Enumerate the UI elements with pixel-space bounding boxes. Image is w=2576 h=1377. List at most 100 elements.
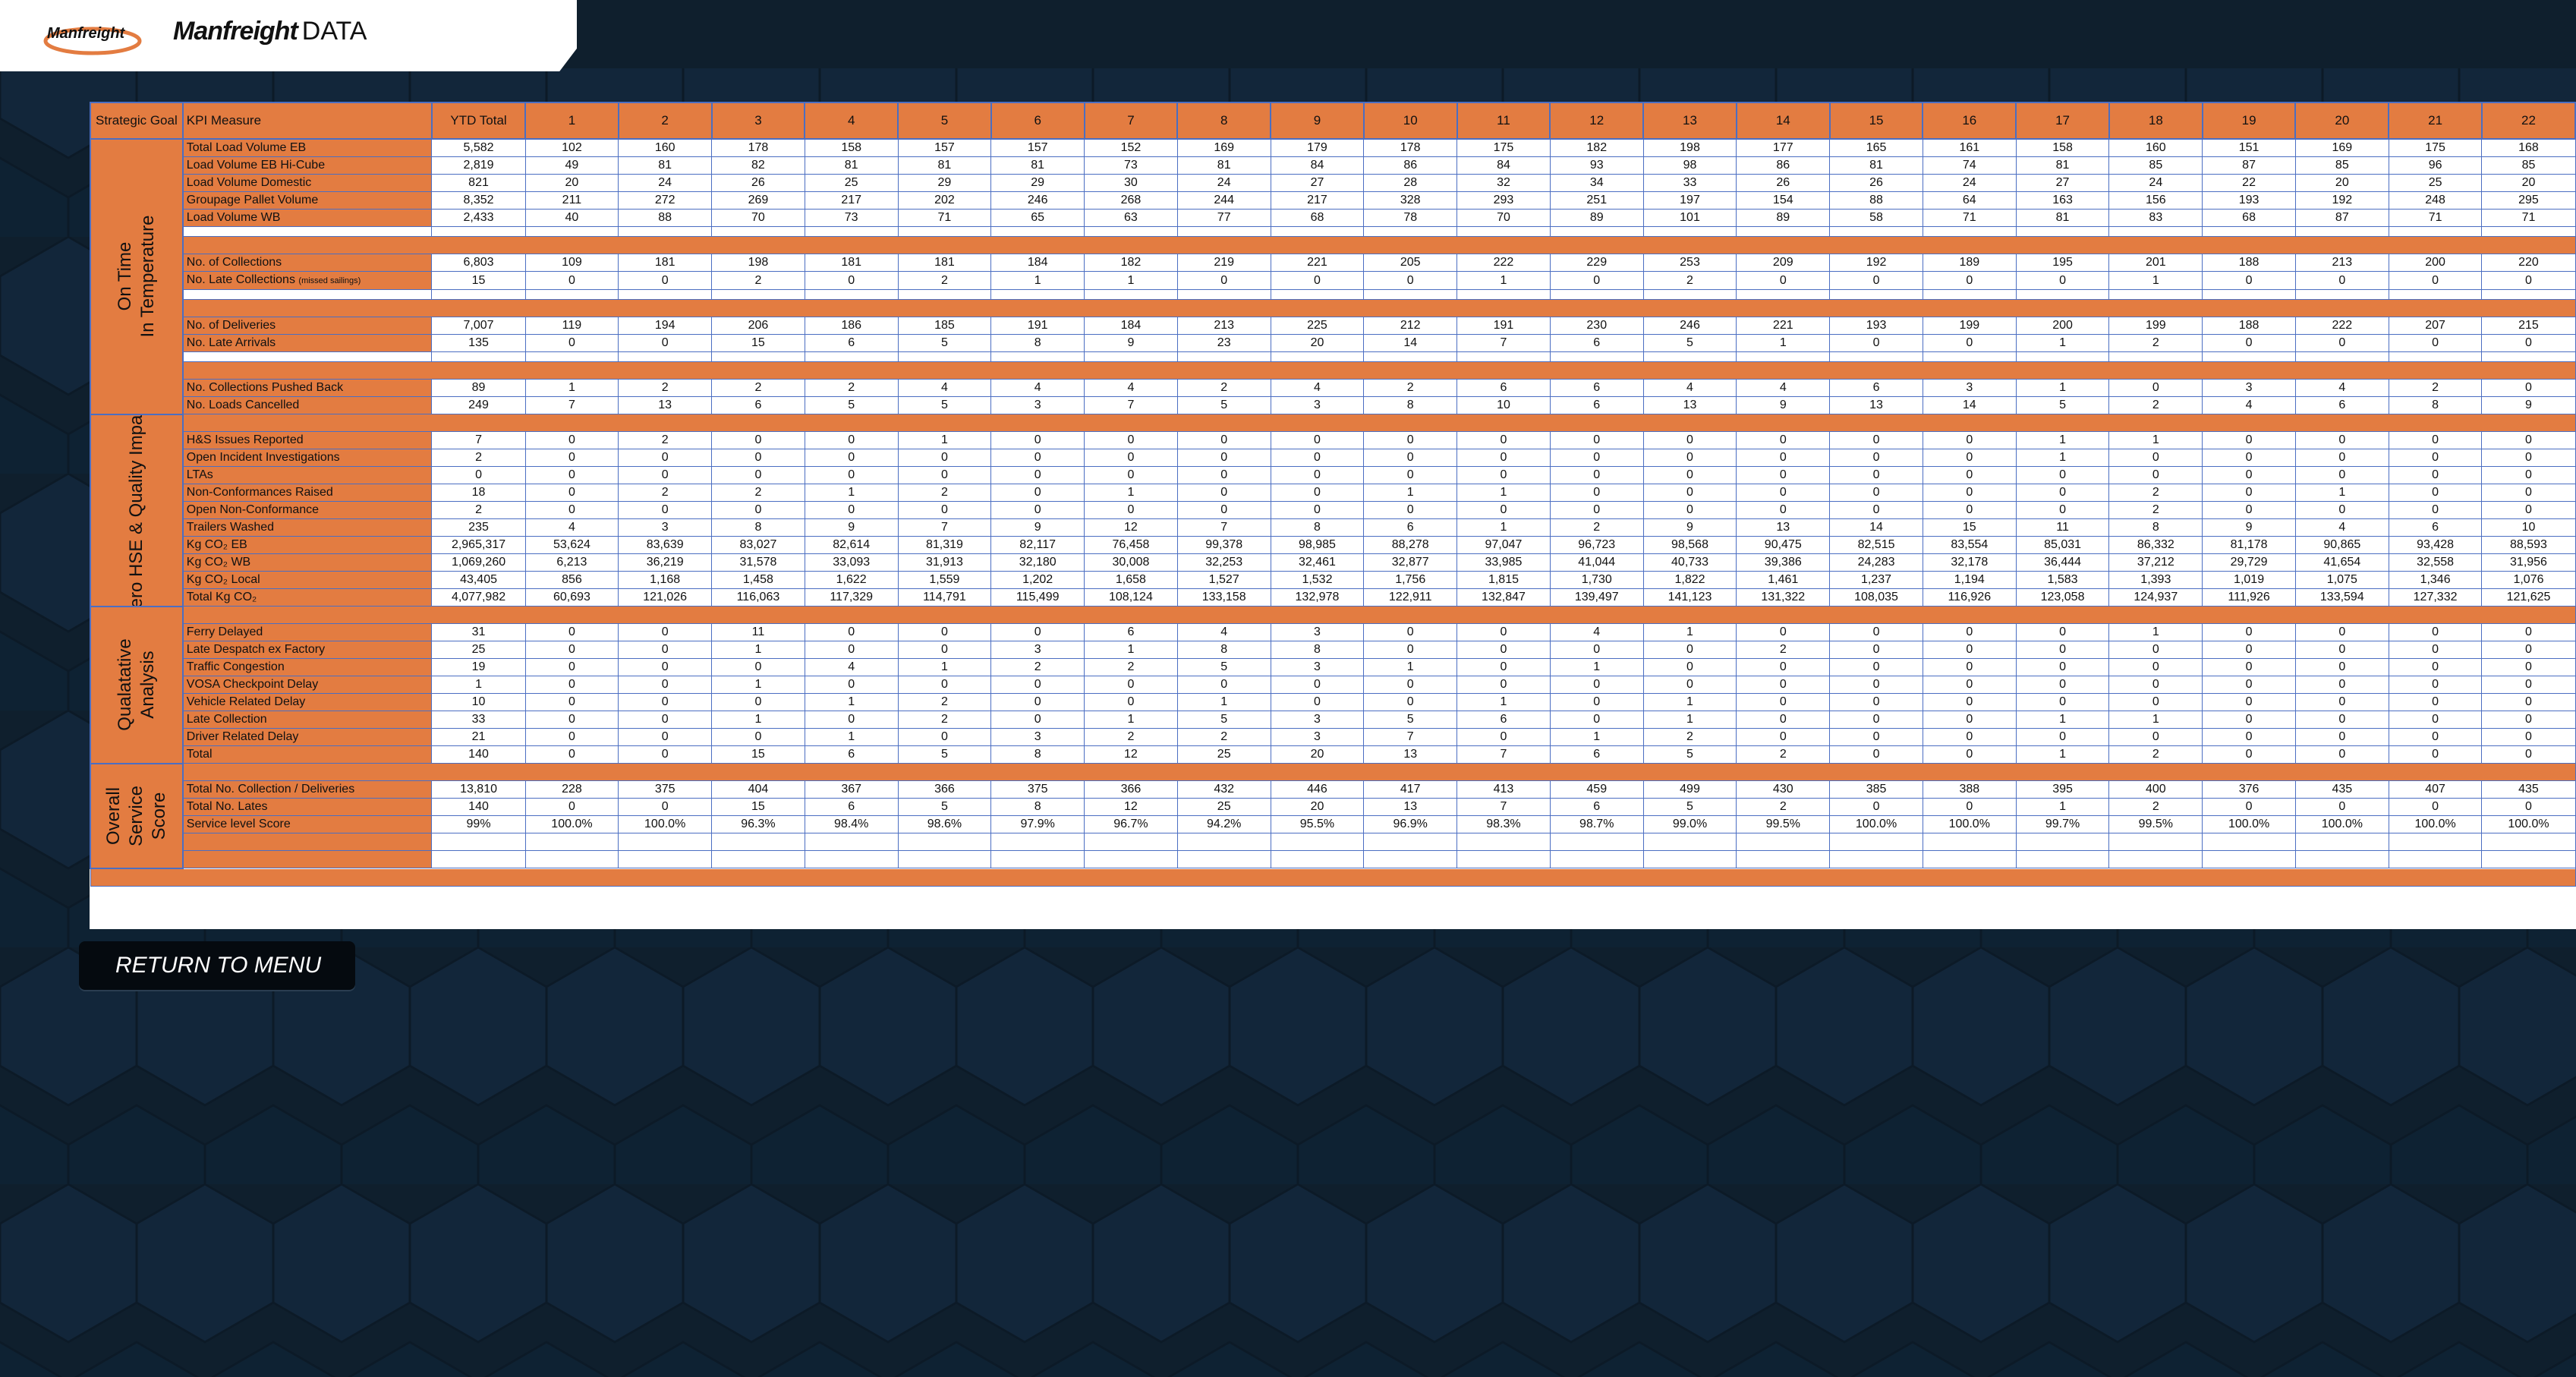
kpi-week-cell: 215: [2481, 317, 2576, 335]
kpi-week-cell: 1,194: [1922, 571, 2017, 589]
kpi-week-cell: 58: [1829, 209, 1923, 227]
kpi-week-cell: 0: [2108, 379, 2203, 397]
kpi-week-cell: 9: [1642, 518, 1737, 537]
spacer-value-cell: [2108, 351, 2203, 362]
kpi-week-cell: 212: [1363, 317, 1458, 335]
kpi-week-cell: 158: [2015, 138, 2110, 157]
kpi-week-cell: 88: [618, 209, 713, 227]
kpi-week-cell: 32,178: [1922, 553, 2017, 572]
kpi-week-cell: 26: [1736, 174, 1831, 192]
kpi-week-cell: 220: [2481, 254, 2576, 272]
return-to-menu-button[interactable]: RETURN TO MENU: [79, 941, 355, 990]
kpi-week-cell: 0: [2294, 676, 2389, 694]
kpi-week-cell: 0: [524, 658, 619, 676]
header-week: 7: [1083, 102, 1179, 140]
spacer-value-cell: [2388, 351, 2483, 362]
blank-value-cell: [990, 850, 1085, 868]
kpi-week-cell: 2: [1736, 798, 1831, 816]
kpi-week-cell: 0: [524, 271, 619, 290]
header-week: 15: [1828, 102, 1924, 140]
kpi-measure-label: Total: [182, 745, 433, 764]
kpi-week-cell: 10: [1456, 396, 1551, 414]
kpi-week-cell: 96.3%: [711, 815, 805, 833]
kpi-week-cell: 0: [2388, 484, 2483, 502]
kpi-week-cell: 0: [2481, 641, 2576, 659]
kpi-week-cell: 181: [804, 254, 899, 272]
kpi-measure-text: Kg CO₂ WB: [186, 556, 251, 569]
kpi-week-cell: 0: [804, 641, 899, 659]
kpi-week-cell: 96.7%: [1084, 815, 1178, 833]
spacer-value-cell: [2202, 351, 2296, 362]
strategic-goal-line: Qualatative: [114, 638, 135, 731]
kpi-week-cell: 0: [2015, 658, 2110, 676]
kpi-week-cell: 2: [897, 711, 992, 729]
kpi-week-cell: 0: [711, 658, 805, 676]
kpi-week-cell: 0: [2388, 623, 2483, 641]
kpi-week-cell: 98: [1642, 156, 1737, 175]
kpi-week-cell: 0: [2294, 466, 2389, 484]
kpi-week-cell: 0: [1922, 431, 2017, 449]
kpi-week-cell: 182: [1084, 254, 1178, 272]
kpi-week-cell: 27: [2015, 174, 2110, 192]
kpi-week-cell: 0: [618, 466, 713, 484]
kpi-week-cell: 97,047: [1456, 536, 1551, 554]
kpi-week-cell: 1: [711, 641, 805, 659]
kpi-week-cell: 1: [711, 676, 805, 694]
kpi-week-cell: 8: [990, 334, 1085, 352]
kpi-week-cell: 1: [1549, 658, 1644, 676]
kpi-week-cell: 0: [804, 271, 899, 290]
kpi-ytd-cell: 6,803: [431, 254, 526, 272]
kpi-week-cell: 0: [2294, 271, 2389, 290]
kpi-week-cell: 12: [1084, 518, 1178, 537]
kpi-week-cell: 6: [1549, 379, 1644, 397]
kpi-week-cell: 24,283: [1829, 553, 1923, 572]
kpi-week-cell: 0: [2015, 466, 2110, 484]
kpi-ytd-cell: 18: [431, 484, 526, 502]
kpi-measure-text: LTAs: [186, 468, 213, 481]
kpi-week-cell: 0: [524, 466, 619, 484]
kpi-week-cell: 207: [2388, 317, 2483, 335]
kpi-week-cell: 2: [1549, 518, 1644, 537]
spacer-ytd-cell: [431, 351, 526, 362]
kpi-week-cell: 29: [990, 174, 1085, 192]
kpi-week-cell: 81: [1829, 156, 1923, 175]
kpi-week-cell: 0: [2202, 693, 2296, 711]
kpi-week-cell: 1: [1456, 518, 1551, 537]
kpi-measure-label: No. Late Collections (missed sailings): [182, 271, 433, 290]
kpi-week-cell: 6: [1549, 396, 1644, 414]
kpi-week-cell: 94.2%: [1176, 815, 1271, 833]
header-week: 17: [2015, 102, 2110, 140]
kpi-week-cell: 5: [1363, 711, 1458, 729]
kpi-week-cell: 222: [1456, 254, 1551, 272]
spacer-value-cell: [1922, 226, 2017, 237]
kpi-week-cell: 0: [897, 728, 992, 746]
kpi-week-cell: 0: [2202, 449, 2296, 467]
kpi-week-cell: 8: [1363, 396, 1458, 414]
kpi-measure-text: Ferry Delayed: [186, 625, 263, 638]
spacer-value-cell: [1736, 226, 1831, 237]
kpi-week-cell: 1: [2108, 711, 2203, 729]
kpi-week-cell: 3: [990, 396, 1085, 414]
kpi-week-cell: 191: [990, 317, 1085, 335]
spacer-value-cell: [1829, 351, 1923, 362]
kpi-week-cell: 366: [1084, 780, 1178, 799]
kpi-week-cell: 169: [2294, 138, 2389, 157]
strategic-goal-line: On Time: [114, 241, 135, 311]
kpi-week-cell: 6: [1363, 518, 1458, 537]
kpi-week-cell: 0: [1922, 501, 2017, 519]
kpi-week-cell: 2: [711, 484, 805, 502]
kpi-week-cell: 1,076: [2481, 571, 2576, 589]
kpi-week-cell: 154: [1736, 191, 1831, 210]
kpi-measure-label: Total Kg CO₂: [182, 588, 433, 607]
header-week: 4: [804, 102, 899, 140]
strategic-goal-line: Overall: [102, 786, 124, 845]
kpi-week-cell: 71: [897, 209, 992, 227]
separator-row: Qualatative Analysis: [90, 605, 2576, 764]
spacer-value-cell: [524, 226, 619, 237]
kpi-week-cell: 0: [1829, 623, 1923, 641]
kpi-week-cell: 0: [1456, 501, 1551, 519]
kpi-week-cell: 1: [1642, 693, 1737, 711]
kpi-week-cell: 83,027: [711, 536, 805, 554]
kpi-week-cell: 0: [2388, 449, 2483, 467]
kpi-week-cell: 0: [618, 711, 713, 729]
